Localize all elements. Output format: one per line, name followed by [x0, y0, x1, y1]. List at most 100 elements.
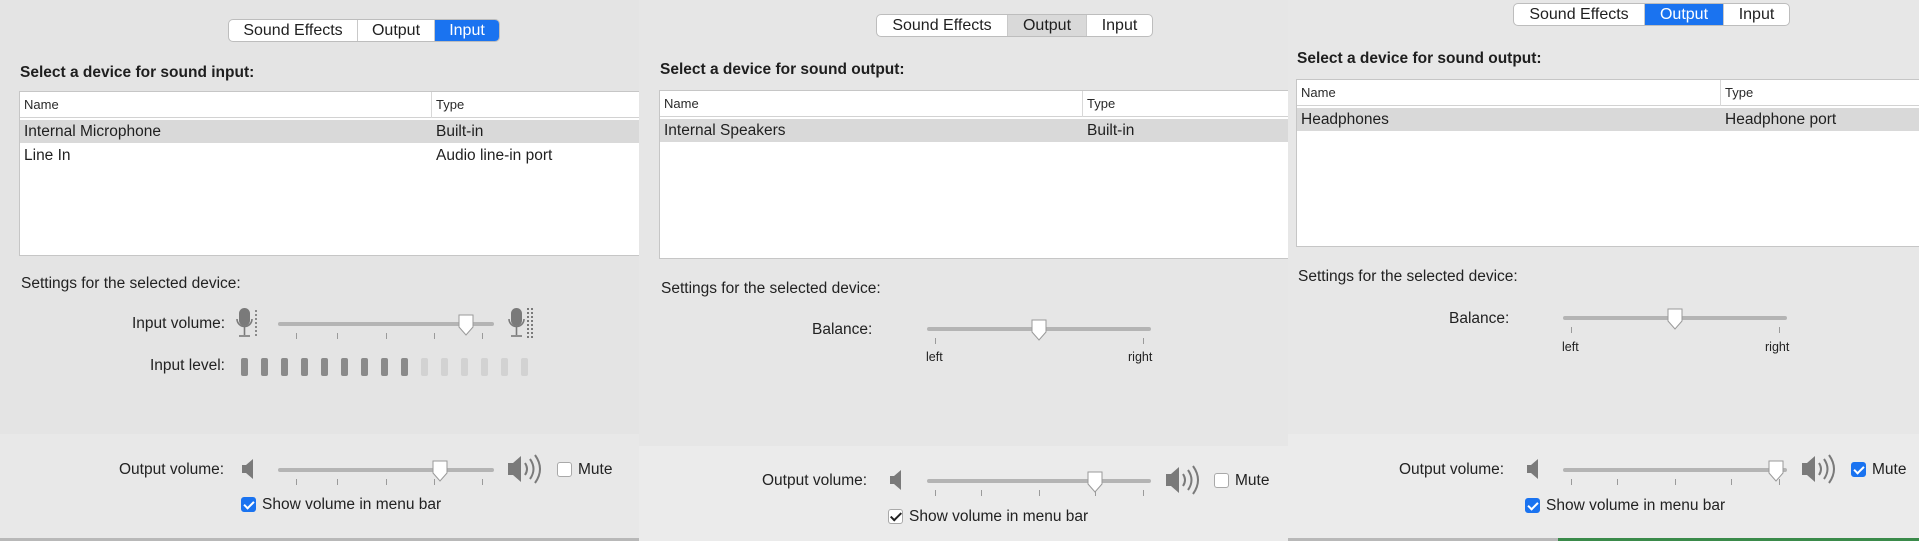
tab-bar: Sound Effects Output Input: [876, 14, 1153, 37]
speaker-high-icon: [506, 453, 546, 490]
speaker-high-icon: [1800, 453, 1840, 490]
slider-tick: [1779, 327, 1780, 333]
balance-right-label: right: [1128, 350, 1153, 364]
table-row[interactable]: Internal Microphone Built-in: [20, 120, 639, 143]
slider-tick: [386, 333, 387, 339]
column-header-type[interactable]: Type: [1720, 80, 1919, 106]
table-row[interactable]: Line In Audio line-in port: [20, 144, 639, 167]
tab-output[interactable]: Output: [1008, 15, 1087, 36]
mute-label: Mute: [1872, 461, 1907, 478]
slider-tick: [1675, 479, 1676, 485]
microphone-low-icon: [236, 304, 262, 347]
level-segment: [341, 358, 348, 376]
output-volume-slider[interactable]: [1563, 468, 1787, 472]
device-select-heading: Select a device for sound input:: [20, 64, 255, 81]
output-volume-footer: Output volume: Mute Show volume in menu …: [0, 434, 639, 541]
tab-input[interactable]: Input: [1087, 15, 1152, 36]
table-row[interactable]: Headphones Headphone port: [1297, 108, 1919, 131]
column-header-type[interactable]: Type: [431, 92, 639, 118]
device-select-heading: Select a device for sound output:: [660, 61, 905, 78]
tab-bar: Sound Effects Output Input: [1513, 3, 1790, 26]
mute-label: Mute: [578, 461, 613, 478]
sound-output-panel-headphones: Sound Effects Output Input Select a devi…: [1288, 0, 1919, 541]
slider-tick: [482, 479, 483, 485]
mute-label: Mute: [1235, 472, 1270, 489]
output-volume-knob[interactable]: [1768, 460, 1784, 482]
slider-tick: [935, 490, 936, 496]
column-header-name[interactable]: Name: [1297, 80, 1720, 106]
tab-input[interactable]: Input: [1724, 4, 1789, 25]
show-volume-checkbox[interactable]: [888, 509, 903, 524]
input-volume-knob[interactable]: [458, 314, 474, 336]
table-row[interactable]: Internal Speakers Built-in: [660, 119, 1288, 142]
slider-tick: [482, 333, 483, 339]
slider-tick: [296, 479, 297, 485]
output-volume-footer: Output volume: Mute Show volume in menu …: [639, 446, 1288, 541]
level-segment: [281, 358, 288, 376]
table-header: Name Type: [1297, 80, 1919, 106]
column-header-type[interactable]: Type: [1082, 91, 1288, 117]
level-segment: [441, 358, 448, 376]
output-volume-slider[interactable]: [278, 468, 494, 472]
mute-checkbox[interactable]: [1214, 473, 1229, 488]
input-volume-label: Input volume:: [132, 315, 226, 332]
device-type: Built-in: [436, 123, 484, 140]
sound-input-panel: Sound Effects Output Input Select a devi…: [0, 0, 639, 541]
level-segment: [481, 358, 488, 376]
level-segment: [381, 358, 388, 376]
slider-tick: [1143, 338, 1144, 344]
slider-tick: [296, 333, 297, 339]
tab-sound-effects[interactable]: Sound Effects: [1514, 4, 1645, 25]
output-volume-knob[interactable]: [432, 460, 448, 482]
output-volume-label: Output volume:: [119, 461, 225, 478]
level-segment: [261, 358, 268, 376]
speaker-low-icon: [240, 457, 258, 486]
output-volume-slider[interactable]: [927, 479, 1151, 483]
show-volume-label: Show volume in menu bar: [262, 496, 442, 513]
device-select-heading: Select a device for sound output:: [1297, 50, 1542, 67]
slider-tick: [337, 479, 338, 485]
speaker-low-icon: [888, 468, 906, 497]
slider-tick: [434, 333, 435, 339]
device-name: Headphones: [1301, 111, 1389, 128]
slider-tick: [1571, 327, 1572, 333]
device-table: Name Type Headphones Headphone port: [1296, 79, 1919, 247]
tab-bar: Sound Effects Output Input: [228, 19, 500, 42]
sound-output-panel-speakers: Sound Effects Output Input Select a devi…: [639, 0, 1288, 541]
level-segment: [501, 358, 508, 376]
device-name: Internal Microphone: [24, 123, 161, 140]
settings-label: Settings for the selected device:: [21, 275, 241, 292]
settings-label: Settings for the selected device:: [1298, 268, 1518, 285]
slider-tick: [981, 490, 982, 496]
settings-label: Settings for the selected device:: [661, 280, 881, 297]
device-type: Audio line-in port: [436, 147, 553, 164]
output-volume-knob[interactable]: [1087, 471, 1103, 493]
show-volume-checkbox[interactable]: [241, 497, 256, 512]
slider-tick: [386, 479, 387, 485]
mute-checkbox[interactable]: [557, 462, 572, 477]
level-segment: [521, 358, 528, 376]
slider-tick: [1731, 479, 1732, 485]
tab-output[interactable]: Output: [1645, 4, 1724, 25]
output-volume-label: Output volume:: [762, 472, 868, 489]
show-volume-checkbox[interactable]: [1525, 498, 1540, 513]
slider-tick: [1617, 479, 1618, 485]
balance-knob[interactable]: [1031, 319, 1047, 341]
column-header-name[interactable]: Name: [660, 91, 1082, 117]
column-header-name[interactable]: Name: [20, 92, 431, 118]
device-name: Internal Speakers: [664, 122, 786, 139]
level-segment: [321, 358, 328, 376]
tab-input[interactable]: Input: [435, 20, 499, 41]
table-header: Name Type: [660, 91, 1288, 117]
device-type: Built-in: [1087, 122, 1135, 139]
balance-knob[interactable]: [1667, 308, 1683, 330]
tab-sound-effects[interactable]: Sound Effects: [229, 20, 358, 41]
slider-tick: [1039, 490, 1040, 496]
tab-output[interactable]: Output: [358, 20, 435, 41]
balance-right-label: right: [1765, 340, 1790, 354]
show-volume-label: Show volume in menu bar: [909, 508, 1089, 525]
tab-sound-effects[interactable]: Sound Effects: [877, 15, 1008, 36]
slider-tick: [1571, 479, 1572, 485]
input-level-label: Input level:: [150, 357, 225, 374]
mute-checkbox[interactable]: [1851, 462, 1866, 477]
